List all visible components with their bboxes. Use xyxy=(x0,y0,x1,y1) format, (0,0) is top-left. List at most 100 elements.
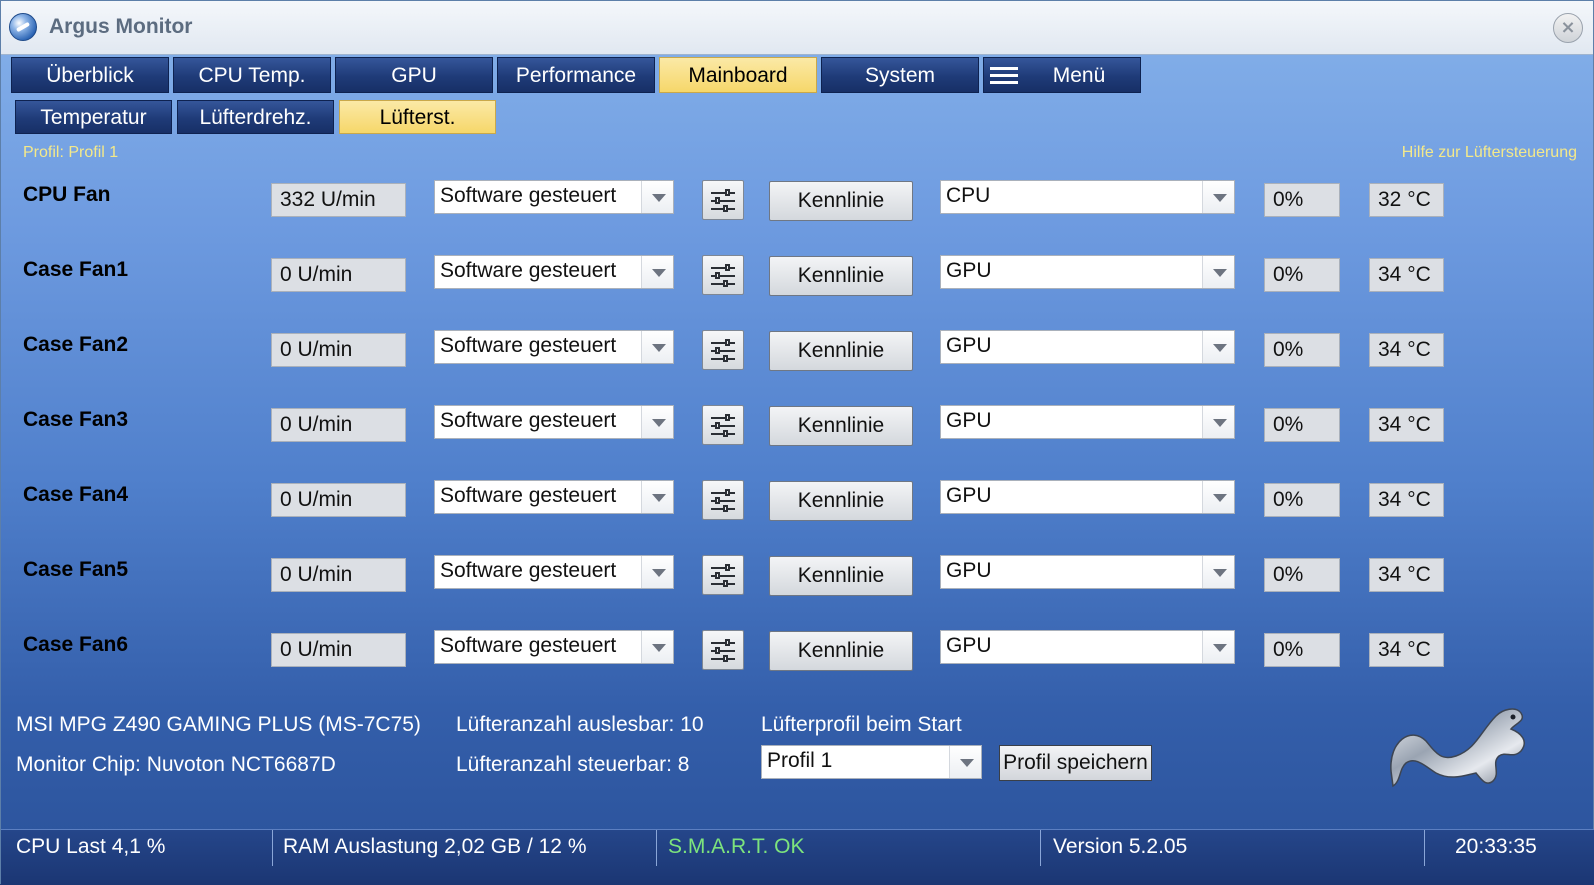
fan-temp-field: 34 °C xyxy=(1369,333,1444,367)
fan-row: Case Fan3 0 U/min Software gesteuert Kennli… xyxy=(1,402,1594,446)
fan-mode-select[interactable]: Software gesteuert xyxy=(434,555,674,589)
fan-source-value: GPU xyxy=(946,334,992,357)
tab-system[interactable]: System xyxy=(821,57,979,93)
chevron-down-icon xyxy=(641,556,673,588)
fan-settings-button[interactable] xyxy=(702,555,744,595)
fan-source-select[interactable]: GPU xyxy=(940,555,1235,589)
chevron-down-icon xyxy=(641,181,673,213)
startup-profile-label: Lüfterprofil beim Start xyxy=(761,713,962,736)
fan-curve-button[interactable]: Kennlinie xyxy=(769,256,913,296)
fan-settings-button[interactable] xyxy=(702,330,744,370)
status-ram: RAM Auslastung 2,02 GB / 12 % xyxy=(273,830,657,866)
tab-gpu[interactable]: GPU xyxy=(335,57,493,93)
fan-row: Case Fan1 0 U/min Software gesteuert Kennli… xyxy=(1,252,1594,296)
fan-settings-button[interactable] xyxy=(702,630,744,670)
fan-percent-field: 0% xyxy=(1264,333,1340,367)
close-icon[interactable]: × xyxy=(1553,13,1583,43)
fan-source-value: GPU xyxy=(946,559,992,582)
tab-menu[interactable]: Menü xyxy=(983,57,1141,93)
fan-source-select[interactable]: GPU xyxy=(940,480,1235,514)
tab-performance[interactable]: Performance xyxy=(497,57,655,93)
hamburger-icon xyxy=(990,67,1018,85)
fan-settings-button[interactable] xyxy=(702,255,744,295)
save-profile-button[interactable]: Profil speichern xyxy=(999,745,1152,781)
fan-speed-field: 332 U/min xyxy=(271,183,406,217)
fan-speed-field: 0 U/min xyxy=(271,258,406,292)
subtab-temperatur[interactable]: Temperatur xyxy=(15,100,172,134)
fan-mode-value: Software gesteuert xyxy=(440,184,617,207)
status-time: 20:33:35 xyxy=(1455,835,1537,858)
fan-source-value: GPU xyxy=(946,259,992,282)
tab-menu-label: Menü xyxy=(1052,64,1106,87)
chevron-down-icon xyxy=(641,256,673,288)
fan-curve-button[interactable]: Kennlinie xyxy=(769,481,913,521)
fan-speed-field: 0 U/min xyxy=(271,558,406,592)
fan-mode-value: Software gesteuert xyxy=(440,634,617,657)
startup-profile-value: Profil 1 xyxy=(767,749,833,772)
fan-mode-value: Software gesteuert xyxy=(440,409,617,432)
app-logo-icon xyxy=(9,13,37,41)
startup-profile-select[interactable]: Profil 1 xyxy=(761,745,982,779)
fan-mode-select[interactable]: Software gesteuert xyxy=(434,630,674,664)
fan-curve-button[interactable]: Kennlinie xyxy=(769,406,913,446)
fan-temp-field: 34 °C xyxy=(1369,408,1444,442)
fan-settings-button[interactable] xyxy=(702,180,744,220)
status-cpu-load: CPU Last 4,1 % xyxy=(1,830,273,866)
fan-source-value: GPU xyxy=(946,409,992,432)
fan-temp-field: 34 °C xyxy=(1369,483,1444,517)
fan-curve-button[interactable]: Kennlinie xyxy=(769,181,913,221)
app-window: Argus Monitor × Überblick CPU Temp. GPU … xyxy=(0,0,1594,885)
fan-settings-button[interactable] xyxy=(702,480,744,520)
title-bar: Argus Monitor × xyxy=(1,1,1593,55)
fan-mode-select[interactable]: Software gesteuert xyxy=(434,405,674,439)
fan-source-select[interactable]: GPU xyxy=(940,255,1235,289)
chevron-down-icon xyxy=(641,481,673,513)
fan-source-select[interactable]: CPU xyxy=(940,180,1235,214)
fan-speed-field: 0 U/min xyxy=(271,333,406,367)
fan-temp-field: 34 °C xyxy=(1369,633,1444,667)
fan-settings-button[interactable] xyxy=(702,405,744,445)
fan-name: CPU Fan xyxy=(23,183,111,206)
fans-readable: Lüfteranzahl auslesbar: 10 xyxy=(456,713,704,736)
lizard-logo-icon xyxy=(1390,708,1525,788)
fan-name: Case Fan1 xyxy=(23,258,129,281)
fan-source-select[interactable]: GPU xyxy=(940,330,1235,364)
tab-mainboard[interactable]: Mainboard xyxy=(659,57,817,93)
fan-curve-button[interactable]: Kennlinie xyxy=(769,331,913,371)
fan-percent-field: 0% xyxy=(1264,633,1340,667)
tab-cpu-temp[interactable]: CPU Temp. xyxy=(173,57,331,93)
fan-mode-select[interactable]: Software gesteuert xyxy=(434,330,674,364)
fan-name: Case Fan6 xyxy=(23,633,129,656)
monitor-chip: Monitor Chip: Nuvoton NCT6687D xyxy=(16,753,336,776)
fan-temp-field: 32 °C xyxy=(1369,183,1444,217)
subtab-luefterst[interactable]: Lüfterst. xyxy=(339,100,496,134)
fan-source-select[interactable]: GPU xyxy=(940,405,1235,439)
fan-mode-select[interactable]: Software gesteuert xyxy=(434,480,674,514)
chevron-down-icon xyxy=(641,631,673,663)
subtab-luefterdrehz[interactable]: Lüfterdrehz. xyxy=(177,100,334,134)
fan-speed-field: 0 U/min xyxy=(271,483,406,517)
chevron-down-icon xyxy=(641,406,673,438)
fan-speed-field: 0 U/min xyxy=(271,633,406,667)
fan-mode-value: Software gesteuert xyxy=(440,334,617,357)
status-smart: S.M.A.R.T. OK xyxy=(657,830,1041,866)
chevron-down-icon xyxy=(1202,481,1234,513)
fan-mode-select[interactable]: Software gesteuert xyxy=(434,255,674,289)
fan-percent-field: 0% xyxy=(1264,183,1340,217)
status-version: Version 5.2.05 xyxy=(1041,830,1425,866)
fan-mode-value: Software gesteuert xyxy=(440,559,617,582)
fan-mode-select[interactable]: Software gesteuert xyxy=(434,180,674,214)
fan-percent-field: 0% xyxy=(1264,558,1340,592)
fan-row: Case Fan4 0 U/min Software gesteuert Kennli… xyxy=(1,477,1594,521)
fan-row: Case Fan2 0 U/min Software gesteuert Kennli… xyxy=(1,327,1594,371)
fan-name: Case Fan5 xyxy=(23,558,129,581)
fan-name: Case Fan4 xyxy=(23,483,129,506)
chevron-down-icon xyxy=(1202,631,1234,663)
fan-source-select[interactable]: GPU xyxy=(940,630,1235,664)
fan-mode-value: Software gesteuert xyxy=(440,484,617,507)
fan-curve-button[interactable]: Kennlinie xyxy=(769,631,913,671)
tab-ueberblick[interactable]: Überblick xyxy=(11,57,169,93)
help-link[interactable]: Hilfe zur Lüftersteuerung xyxy=(1402,144,1577,162)
fan-percent-field: 0% xyxy=(1264,258,1340,292)
fan-curve-button[interactable]: Kennlinie xyxy=(769,556,913,596)
